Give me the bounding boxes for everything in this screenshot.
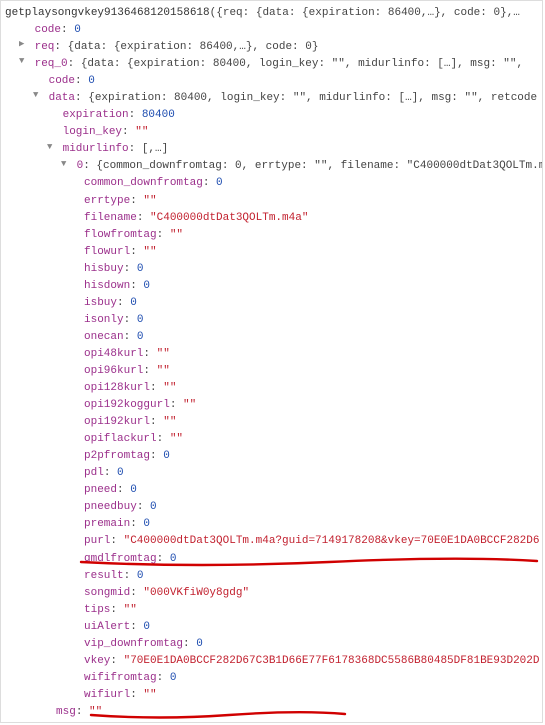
row[interactable]: result: 0 (5, 568, 542, 585)
row[interactable]: wifiurl: "" (5, 687, 542, 704)
row[interactable]: hisbuy: 0 (5, 261, 542, 278)
row[interactable]: onecan: 0 (5, 329, 542, 346)
console-object-view[interactable]: getplaysongvkey9136468120158618({req: {d… (0, 0, 543, 723)
row-data[interactable]: data: {expiration: 80400, login_key: "",… (5, 90, 542, 107)
chevron-right-icon[interactable] (19, 38, 28, 52)
row[interactable]: vkey: "70E0E1DA0BCCF282D67C3B1D66E77F617… (5, 653, 542, 670)
row[interactable]: p2pfromtag: 0 (5, 448, 542, 465)
chevron-down-icon[interactable] (19, 55, 28, 69)
row[interactable]: premain: 0 (5, 516, 542, 533)
chevron-down-icon[interactable] (61, 158, 70, 172)
row[interactable]: opi128kurl: "" (5, 380, 542, 397)
row[interactable]: errtype: "" (5, 193, 542, 210)
row[interactable]: pneed: 0 (5, 482, 542, 499)
row-item0[interactable]: 0: {common_downfromtag: 0, errtype: "", … (5, 158, 542, 175)
chevron-down-icon[interactable] (33, 89, 42, 103)
row[interactable]: isbuy: 0 (5, 295, 542, 312)
row[interactable]: qmdlfromtag: 0 (5, 551, 542, 568)
row[interactable]: flowurl: "" (5, 244, 542, 261)
row[interactable]: common_downfromtag: 0 (5, 175, 542, 192)
row[interactable]: uiAlert: 0 (5, 619, 542, 636)
row-code2[interactable]: code: 0 (5, 73, 542, 90)
row[interactable]: isonly: 0 (5, 312, 542, 329)
row-purl[interactable]: purl: "C400000dtDat3QOLTm.m4a?guid=71491… (5, 533, 542, 550)
row-code[interactable]: code: 0 (5, 22, 542, 39)
row[interactable]: pneedbuy: 0 (5, 499, 542, 516)
row[interactable]: opi96kurl: "" (5, 363, 542, 380)
row-msg[interactable]: msg: "" (5, 704, 542, 721)
row-midurlinfo[interactable]: midurlinfo: [,…] (5, 141, 542, 158)
chevron-down-icon[interactable] (47, 141, 56, 155)
row[interactable]: vip_downfromtag: 0 (5, 636, 542, 653)
row[interactable]: pdl: 0 (5, 465, 542, 482)
row[interactable]: flowfromtag: "" (5, 227, 542, 244)
row[interactable]: opiflackurl: "" (5, 431, 542, 448)
row[interactable]: tips: "" (5, 602, 542, 619)
row[interactable]: filename: "C400000dtDat3QOLTm.m4a" (5, 210, 542, 227)
row-loginkey[interactable]: login_key: "" (5, 124, 542, 141)
row-expiration[interactable]: expiration: 80400 (5, 107, 542, 124)
row[interactable]: opi192kurl: "" (5, 414, 542, 431)
fn-header[interactable]: getplaysongvkey9136468120158618({req: {d… (5, 5, 542, 22)
row-req[interactable]: req: {data: {expiration: 86400,…}, code:… (5, 39, 542, 56)
row[interactable]: wififromtag: 0 (5, 670, 542, 687)
row-retcode[interactable]: retcode: 0 (5, 721, 542, 723)
row[interactable]: opi192koggurl: "" (5, 397, 542, 414)
row[interactable]: opi48kurl: "" (5, 346, 542, 363)
row-req0[interactable]: req_0: {data: {expiration: 80400, login_… (5, 56, 542, 73)
row[interactable]: hisdown: 0 (5, 278, 542, 295)
row[interactable]: songmid: "000VKfiW0y8gdg" (5, 585, 542, 602)
